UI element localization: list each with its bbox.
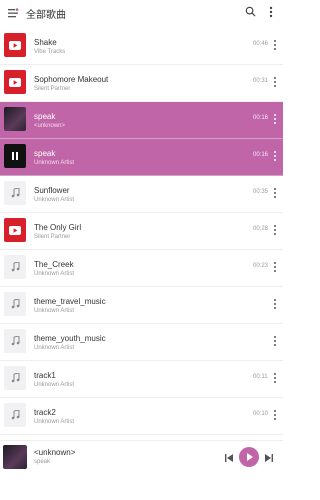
menu-icon[interactable] — [7, 7, 19, 19]
song-title: The Only Girl — [34, 223, 82, 232]
song-duration: 00:16 — [253, 152, 269, 158]
song-row[interactable]: The Only Girl Silent Partner 00:28 — [0, 213, 283, 250]
play-icon — [247, 453, 253, 461]
song-duration: 00:31 — [253, 78, 269, 84]
song-row[interactable]: Sophomore Makeout Silent Partner 00:31 — [0, 65, 283, 102]
more-vertical-icon[interactable] — [273, 409, 277, 421]
song-title: Sophomore Makeout — [34, 75, 109, 84]
search-icon[interactable] — [245, 6, 256, 17]
more-vertical-icon[interactable] — [273, 224, 277, 236]
app-header: 全部歌曲 — [0, 0, 283, 28]
song-duration: 00:16 — [253, 115, 269, 121]
pause-icon — [4, 144, 26, 168]
youtube-thumb-icon — [4, 218, 26, 242]
song-row[interactable]: speak <unknown> 00:16 — [0, 102, 283, 139]
more-vertical-icon[interactable] — [273, 335, 277, 347]
more-vertical-icon[interactable] — [273, 298, 277, 310]
song-duration: 00:35 — [253, 189, 269, 195]
now-playing-subtitle: speak — [34, 459, 51, 465]
more-vertical-icon[interactable] — [273, 76, 277, 88]
song-title: theme_youth_music — [34, 334, 106, 343]
song-title: The_Creek — [34, 260, 74, 269]
song-row[interactable]: Shake Vibe Tracks 00:46 — [0, 28, 283, 65]
song-duration: 00:11 — [253, 374, 268, 380]
song-duration: 00:23 — [253, 263, 269, 269]
song-title: speak — [34, 112, 56, 121]
youtube-thumb-icon — [4, 70, 26, 94]
song-duration: 00:10 — [253, 411, 269, 417]
song-row[interactable]: Sunflower Unknown Artist 00:35 — [0, 176, 283, 213]
song-title: Sunflower — [34, 186, 70, 195]
song-title: track1 — [34, 371, 56, 380]
song-artist: Unknown Artist — [34, 197, 75, 203]
more-vertical-icon[interactable] — [273, 150, 277, 162]
song-list: Shake Vibe Tracks 00:46 Sophomore Makeout Si… — [0, 28, 283, 472]
music-note-icon — [4, 403, 26, 427]
song-row[interactable]: theme_travel_music Unknown Artist — [0, 287, 283, 324]
more-vertical-icon[interactable] — [273, 113, 277, 125]
song-artist: Unknown Artist — [34, 271, 75, 277]
music-note-icon — [4, 255, 26, 279]
song-title: theme_travel_music — [34, 297, 106, 306]
song-artist: Unknown Artist — [34, 160, 75, 166]
more-vertical-icon[interactable] — [273, 372, 277, 384]
music-note-icon — [4, 329, 26, 353]
song-duration: 00:46 — [253, 41, 269, 47]
more-vertical-icon[interactable] — [268, 5, 274, 19]
play-button[interactable] — [239, 447, 259, 467]
song-artist: Unknown Artist — [34, 419, 75, 425]
song-artist: Unknown Artist — [34, 382, 75, 388]
song-artist: Unknown Artist — [34, 308, 75, 314]
song-artist: Silent Partner — [34, 86, 71, 92]
mini-player[interactable]: <unknown> speak — [0, 440, 283, 500]
music-note-icon — [4, 181, 26, 205]
song-row[interactable]: theme_youth_music Unknown Artist — [0, 324, 283, 361]
youtube-thumb-icon — [4, 33, 26, 57]
album-artwork — [4, 107, 26, 131]
song-title: Shake — [34, 38, 57, 47]
more-vertical-icon[interactable] — [273, 39, 277, 51]
music-note-icon — [4, 366, 26, 390]
more-vertical-icon[interactable] — [273, 261, 277, 273]
music-note-icon — [4, 292, 26, 316]
page-title: 全部歌曲 — [26, 10, 66, 21]
song-row[interactable]: track2 Unknown Artist 00:10 — [0, 398, 283, 435]
song-title: track2 — [34, 408, 56, 417]
skip-previous-icon[interactable] — [224, 453, 234, 463]
song-row[interactable]: track1 Unknown Artist 00:11 — [0, 361, 283, 398]
song-row[interactable]: speak Unknown Artist 00:16 — [0, 139, 283, 176]
song-row[interactable]: The_Creek Unknown Artist 00:23 — [0, 250, 283, 287]
song-artist: Unknown Artist — [34, 345, 75, 351]
song-duration: 00:28 — [253, 226, 269, 232]
now-playing-artwork — [3, 445, 27, 469]
skip-next-icon[interactable] — [264, 453, 274, 463]
now-playing-title: <unknown> — [34, 448, 76, 457]
song-artist: <unknown> — [34, 123, 66, 129]
more-vertical-icon[interactable] — [273, 187, 277, 199]
song-artist: Vibe Tracks — [34, 49, 66, 55]
song-artist: Silent Partner — [34, 234, 71, 240]
song-title: speak — [34, 149, 56, 158]
